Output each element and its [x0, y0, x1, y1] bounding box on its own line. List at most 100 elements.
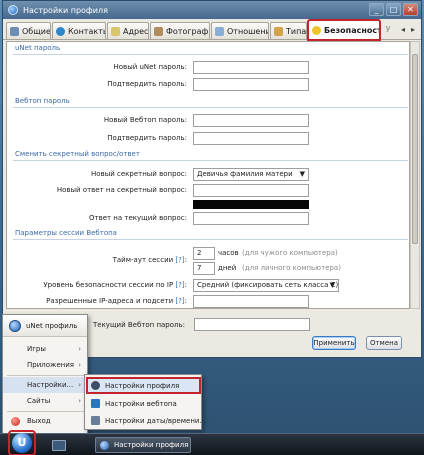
menu-item-label: Выход [27, 417, 51, 425]
tab-label: Типаж [286, 26, 307, 36]
user-icon [91, 381, 100, 390]
section-title-webtop: Вебтоп пароль [15, 97, 70, 105]
tab-contacts[interactable]: Контакты [52, 22, 106, 39]
secret-question-select[interactable]: Девичья фамилия матери ▼ [193, 168, 309, 181]
address-icon [111, 26, 120, 36]
relations-icon [215, 26, 224, 36]
help-link-ip[interactable]: [?] [175, 281, 184, 289]
menu-item-games[interactable]: Игры › [3, 341, 87, 357]
current-webtop-password-label: Текущий Вебтоп пароль: [92, 321, 185, 329]
divider [13, 54, 408, 55]
tab-label: Безопасность [324, 26, 379, 35]
start-menu-header[interactable]: uNet профиль [3, 315, 87, 337]
new-unet-password-field[interactable] [193, 61, 309, 74]
current-webtop-password-field[interactable] [194, 318, 310, 331]
ip-security-select[interactable]: Средний (фиксировать сеть класса С) ▼ [193, 279, 339, 292]
new-webtop-password-field[interactable] [193, 114, 309, 127]
tab-security[interactable]: Безопасность [307, 19, 381, 41]
divider [13, 107, 408, 108]
chevron-right-icon: › [78, 345, 81, 353]
hours-hint: (для чужого компьютера) [242, 249, 338, 257]
start-button[interactable]: U [8, 430, 36, 455]
timeout-hours-field[interactable]: 2 [193, 247, 215, 260]
tab-relations[interactable]: Отношения [211, 22, 269, 39]
session-timeout-label: Тайм-аут сессии [?]: [112, 256, 187, 264]
new-webtop-password-label: Новый Вебтоп пароль: [103, 116, 187, 124]
start-menu: uNet профиль Игры › Приложения › Настрой… [2, 314, 88, 434]
contacts-icon [56, 26, 65, 36]
menu-item-apps[interactable]: Приложения › [3, 357, 87, 373]
ip-security-text: Уровень безопасности сессии по IP [43, 281, 174, 289]
tab-type[interactable]: Типаж [270, 22, 307, 39]
clock-icon [91, 416, 100, 425]
show-desktop-icon[interactable] [52, 440, 66, 451]
settings-submenu: Настройки профиля Настройки вебтопа Наст… [84, 374, 206, 430]
secret-answer-field[interactable] [193, 184, 309, 197]
secret-answer-label: Новый ответ на секретный вопрос: [56, 186, 187, 194]
submenu-item-datetime-settings[interactable]: Настройки даты/времени... [86, 412, 206, 429]
chevron-down-icon: ▼ [329, 281, 335, 289]
section-title-session: Параметры сессии Вебтопа [15, 229, 117, 237]
chevron-right-icon: › [78, 381, 81, 389]
confirm-webtop-password-field[interactable] [193, 132, 309, 145]
help-link-timeout[interactable]: [?] [175, 256, 184, 264]
title-bar[interactable]: Настройки профиля _ □ ✕ [3, 1, 421, 19]
menu-separator [7, 375, 85, 376]
tab-photo[interactable]: Фотография [150, 22, 210, 39]
submenu-item-webtop-settings[interactable]: Настройки вебтопа [86, 395, 201, 412]
section-title-secret: Сменить секретный вопрос/ответ [15, 150, 140, 158]
secret-question-value: Девичья фамилия матери [197, 170, 293, 178]
menu-item-label: Приложения [27, 361, 74, 369]
divider [13, 239, 408, 240]
allowed-ip-label: Разрешенные IP-адреса и подсети [?]: [46, 297, 187, 305]
menu-item-sites[interactable]: Сайты › [3, 393, 87, 409]
tab-bar: Общие Контакты Адрес Фотография Отношени… [3, 19, 421, 41]
unet-logo-icon [9, 319, 21, 332]
session-timeout-text: Тайм-аут сессии [112, 256, 174, 264]
divider [13, 160, 408, 161]
tab-label: Отношения [227, 26, 268, 36]
tab-scroll-left-icon[interactable]: ◂ [399, 24, 407, 35]
submenu-item-label: Настройки даты/времени... [105, 416, 207, 425]
current-answer-field[interactable] [193, 212, 309, 225]
maximize-button[interactable]: □ [386, 3, 401, 16]
taskbar-item-profile-settings[interactable]: Настройки профиля [95, 437, 191, 453]
tab-label: Фотография [166, 26, 209, 36]
close-button[interactable]: ✕ [403, 3, 418, 16]
start-orb-icon: U [12, 433, 32, 453]
menu-item-settings[interactable]: Настройки... › [3, 377, 87, 393]
tab-address[interactable]: Адрес [107, 22, 149, 39]
redacted-bar [193, 200, 309, 209]
tab-label: Общие [22, 26, 51, 36]
exit-icon [11, 417, 20, 426]
confirm-unet-password-field[interactable] [193, 78, 309, 91]
scrollbar-thumb[interactable] [412, 54, 418, 244]
minimize-button[interactable]: _ [369, 3, 384, 16]
tab-label: Контакты [68, 26, 106, 36]
allowed-ip-text: Разрешенные IP-адреса и подсети [46, 297, 174, 305]
new-unet-password-label: Новый uNet пароль: [113, 63, 187, 71]
section-title-unet: uNet пароль [15, 44, 61, 52]
webtop-icon [91, 399, 100, 408]
tab-general[interactable]: Общие [6, 22, 51, 39]
submenu-item-label: Настройки вебтопа [105, 399, 177, 408]
current-answer-label: Ответ на текущий вопрос: [88, 214, 187, 222]
apply-button[interactable]: Применить [312, 336, 356, 350]
vertical-scrollbar[interactable] [410, 41, 420, 309]
chevron-down-icon: ▼ [299, 170, 305, 178]
menu-item-exit[interactable]: Выход [3, 413, 87, 429]
lock-icon [312, 26, 321, 35]
taskbar-item-label: Настройки профиля [114, 441, 189, 449]
type-icon [274, 26, 283, 36]
ip-security-value: Средний (фиксировать сеть класса С) [197, 281, 339, 289]
menu-separator [7, 411, 85, 412]
submenu-item-profile-settings[interactable]: Настройки профиля [86, 377, 201, 394]
tab-scroll-right-icon[interactable]: ▸ [409, 24, 417, 35]
taskbar: U Настройки профиля [0, 430, 424, 455]
timeout-days-field[interactable]: 7 [193, 262, 215, 275]
cancel-button[interactable]: Отмена [366, 336, 402, 350]
help-link-allowed[interactable]: [?] [175, 297, 184, 305]
allowed-ip-field[interactable] [193, 295, 309, 308]
menu-item-label: Настройки... [27, 381, 74, 389]
tab-label: Адрес [123, 26, 149, 36]
